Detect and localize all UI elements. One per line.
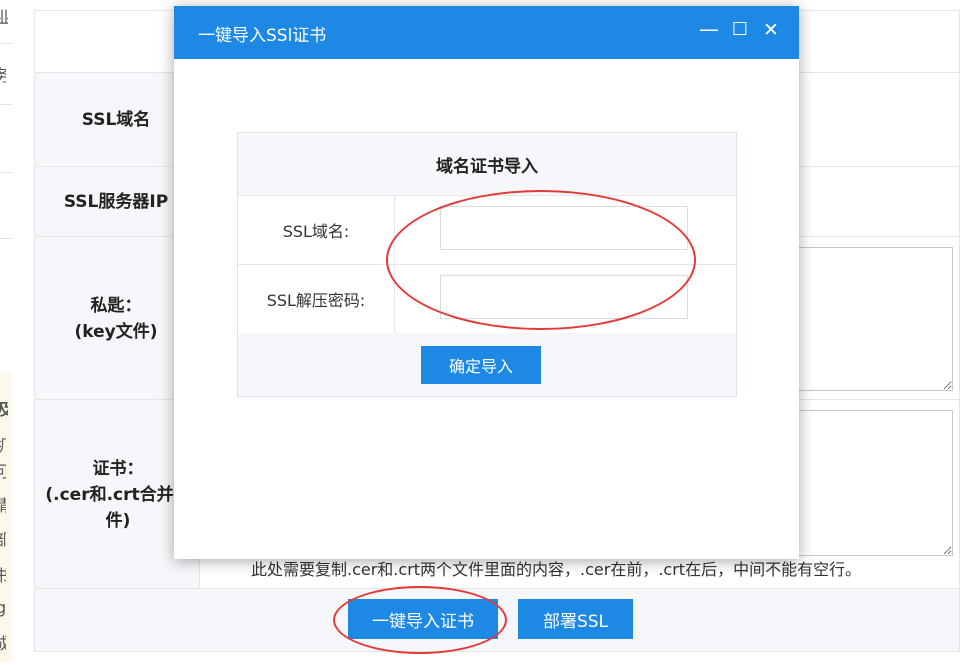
deploy-ssl-button[interactable]: 部署SSL	[518, 599, 633, 639]
private-key-textarea[interactable]	[797, 247, 953, 391]
one-click-import-button[interactable]: 一键导入证书	[348, 599, 498, 639]
ssl-domain-label: SSL域名:	[238, 196, 395, 264]
field-row-ssl-password: SSL解压密码:	[238, 265, 736, 334]
strip-text: 部	[0, 526, 6, 550]
strip-text: 务	[0, 62, 6, 86]
strip-text: g	[0, 598, 7, 617]
confirm-import-button[interactable]: 确定导入	[421, 346, 541, 384]
ssl-password-input[interactable]	[440, 275, 688, 319]
strip-text: 业	[0, 4, 8, 28]
strip-text: 可	[0, 458, 6, 482]
strip-divider	[0, 43, 12, 44]
strip-text: 请	[0, 492, 6, 516]
domain-cert-import-card: 域名证书导入 SSL域名: SSL解压密码: 确定导入	[237, 132, 737, 397]
close-icon[interactable]: ✕	[761, 19, 781, 41]
ssl-password-label: SSL解压密码:	[238, 265, 395, 333]
field-row-ssl-domain: SSL域名:	[238, 196, 736, 265]
strip-text: 书	[0, 562, 6, 586]
certificate-note: 此处需要复制.cer和.crt两个文件里面的内容，.cer在前，.crt在后，中…	[251, 560, 862, 579]
left-page-strip: 业 务 及 机 可 请 部 书 g 成	[0, 0, 12, 665]
import-ssl-dialog: 一键导入SSl证书 — ☐ ✕ 域名证书导入 SSL域名: SSL解压密码: 确…	[174, 6, 799, 559]
strip-text: 机	[0, 432, 6, 456]
dialog-header: 一键导入SSl证书 — ☐ ✕	[174, 6, 799, 59]
strip-divider	[0, 172, 12, 173]
strip-text: 成	[0, 630, 6, 654]
card-heading: 域名证书导入	[238, 133, 736, 196]
maximize-icon[interactable]: ☐	[730, 19, 750, 41]
ssl-domain-input[interactable]	[440, 206, 688, 250]
action-bar: 一键导入证书 部署SSL	[35, 588, 959, 651]
dialog-title: 一键导入SSl证书	[198, 26, 327, 46]
strip-divider	[0, 104, 12, 105]
certificate-textarea[interactable]	[797, 410, 953, 556]
strip-text: 及	[0, 396, 8, 420]
minimize-icon[interactable]: —	[699, 18, 719, 40]
card-footer: 确定导入	[238, 333, 736, 396]
strip-divider	[0, 238, 12, 239]
